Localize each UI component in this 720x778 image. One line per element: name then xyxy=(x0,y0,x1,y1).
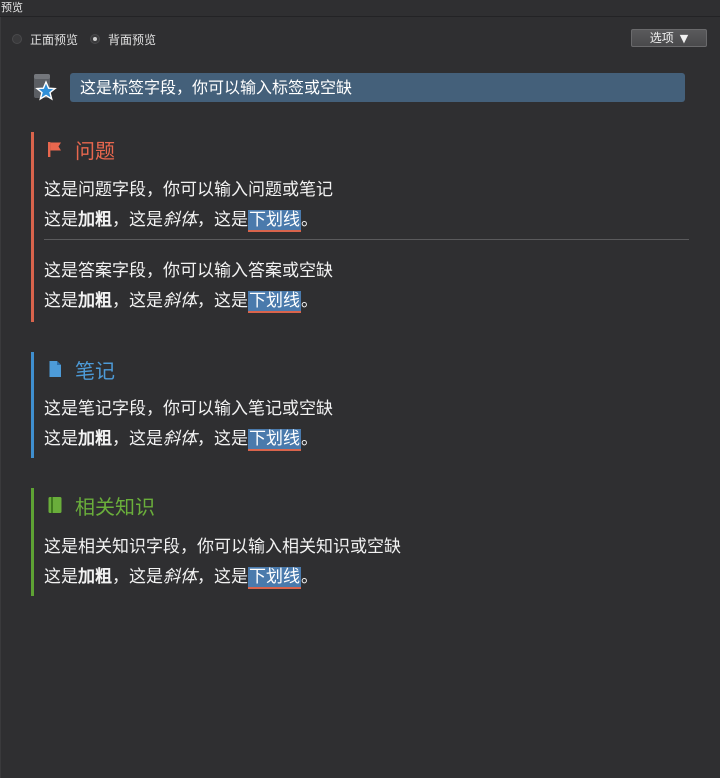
format-suffix: 。 xyxy=(301,210,318,230)
question-accent-bar xyxy=(31,132,34,322)
underlined-highlighted-text: 下划线 xyxy=(248,291,301,313)
related-heading-label: 相关知识 xyxy=(75,494,155,519)
format-suffix: 。 xyxy=(301,291,318,311)
back-preview-label: 背面预览 xyxy=(108,32,157,47)
related-format-line: 这是加粗，这是斜体，这是下划线。 xyxy=(44,562,401,592)
related-heading: 相关知识 xyxy=(46,490,155,520)
note-field[interactable]: 这是笔记字段，你可以输入笔记或空缺 这是加粗，这是斜体，这是下划线。 xyxy=(44,394,333,454)
preview-toolbar: 正面预览 背面预览 选项 ▼ xyxy=(0,17,720,59)
note-section: 笔记 这是笔记字段，你可以输入笔记或空缺 这是加粗，这是斜体，这是下划线。 xyxy=(31,352,689,458)
document-icon xyxy=(49,361,61,377)
window-left-border xyxy=(0,17,1,778)
answer-format-line: 这是加粗，这是斜体，这是下划线。 xyxy=(44,286,333,316)
bold-text: 加粗 xyxy=(78,567,112,587)
options-button[interactable]: 选项 ▼ xyxy=(631,29,707,47)
format-mid-1: ，这是 xyxy=(112,567,163,587)
question-line-1: 这是问题字段，你可以输入问题或笔记 xyxy=(44,180,333,200)
front-preview-label: 正面预览 xyxy=(30,32,79,47)
format-suffix: 。 xyxy=(301,429,318,449)
underlined-highlighted-text: 下划线 xyxy=(248,429,301,451)
bold-text: 加粗 xyxy=(78,291,112,311)
format-prefix: 这是 xyxy=(44,291,78,311)
window-title: 预览 xyxy=(1,1,23,14)
format-mid-1: ，这是 xyxy=(112,210,163,230)
italic-text: 斜体 xyxy=(163,291,197,311)
underlined-highlighted-text: 下划线 xyxy=(248,567,301,589)
italic-text: 斜体 xyxy=(163,210,197,230)
related-accent-bar xyxy=(31,488,34,596)
related-knowledge-section: 相关知识 这是相关知识字段，你可以输入相关知识或空缺 这是加粗，这是斜体，这是下… xyxy=(31,488,689,596)
note-format-line: 这是加粗，这是斜体，这是下划线。 xyxy=(44,424,333,454)
book-icon xyxy=(48,497,62,513)
related-line-1: 这是相关知识字段，你可以输入相关知识或空缺 xyxy=(44,537,401,557)
format-prefix: 这是 xyxy=(44,210,78,230)
format-suffix: 。 xyxy=(301,567,318,587)
tag-star-icon xyxy=(34,74,57,101)
flag-icon xyxy=(48,142,61,157)
format-mid-2: ，这是 xyxy=(197,567,248,587)
note-heading-label: 笔记 xyxy=(75,358,115,383)
format-mid-2: ，这是 xyxy=(197,210,248,230)
triangle-down-icon: ▼ xyxy=(679,32,689,45)
radio-dot[interactable] xyxy=(12,34,22,44)
question-heading: 问题 xyxy=(46,134,115,164)
note-heading: 笔记 xyxy=(46,354,115,384)
answer-line-1: 这是答案字段，你可以输入答案或空缺 xyxy=(44,261,333,281)
related-field[interactable]: 这是相关知识字段，你可以输入相关知识或空缺 这是加粗，这是斜体，这是下划线。 xyxy=(44,532,401,592)
format-mid-1: ，这是 xyxy=(112,291,163,311)
bold-text: 加粗 xyxy=(78,210,112,230)
format-mid-1: ，这是 xyxy=(112,429,163,449)
format-prefix: 这是 xyxy=(44,567,78,587)
answer-field[interactable]: 这是答案字段，你可以输入答案或空缺 这是加粗，这是斜体，这是下划线。 xyxy=(44,256,333,316)
options-label: 选项 xyxy=(649,31,674,45)
bold-text: 加粗 xyxy=(78,429,112,449)
question-answer-divider xyxy=(44,239,689,240)
tag-field[interactable]: 这是标签字段，你可以输入标签或空缺 xyxy=(70,73,685,102)
note-accent-bar xyxy=(31,352,34,458)
back-preview-radio[interactable]: 背面预览 xyxy=(90,31,156,47)
question-heading-label: 问题 xyxy=(75,138,115,163)
format-prefix: 这是 xyxy=(44,429,78,449)
question-format-line: 这是加粗，这是斜体，这是下划线。 xyxy=(44,205,333,235)
question-field[interactable]: 这是问题字段，你可以输入问题或笔记 这是加粗，这是斜体，这是下划线。 xyxy=(44,175,333,235)
italic-text: 斜体 xyxy=(163,429,197,449)
italic-text: 斜体 xyxy=(163,567,197,587)
question-section: 问题 这是问题字段，你可以输入问题或笔记 这是加粗，这是斜体，这是下划线。 这是… xyxy=(31,132,689,322)
format-mid-2: ，这是 xyxy=(197,291,248,311)
note-line-1: 这是笔记字段，你可以输入笔记或空缺 xyxy=(44,399,333,419)
format-mid-2: ，这是 xyxy=(197,429,248,449)
radio-dot-selected[interactable] xyxy=(90,34,100,44)
front-preview-radio[interactable]: 正面预览 xyxy=(12,31,78,47)
underlined-highlighted-text: 下划线 xyxy=(248,210,301,232)
